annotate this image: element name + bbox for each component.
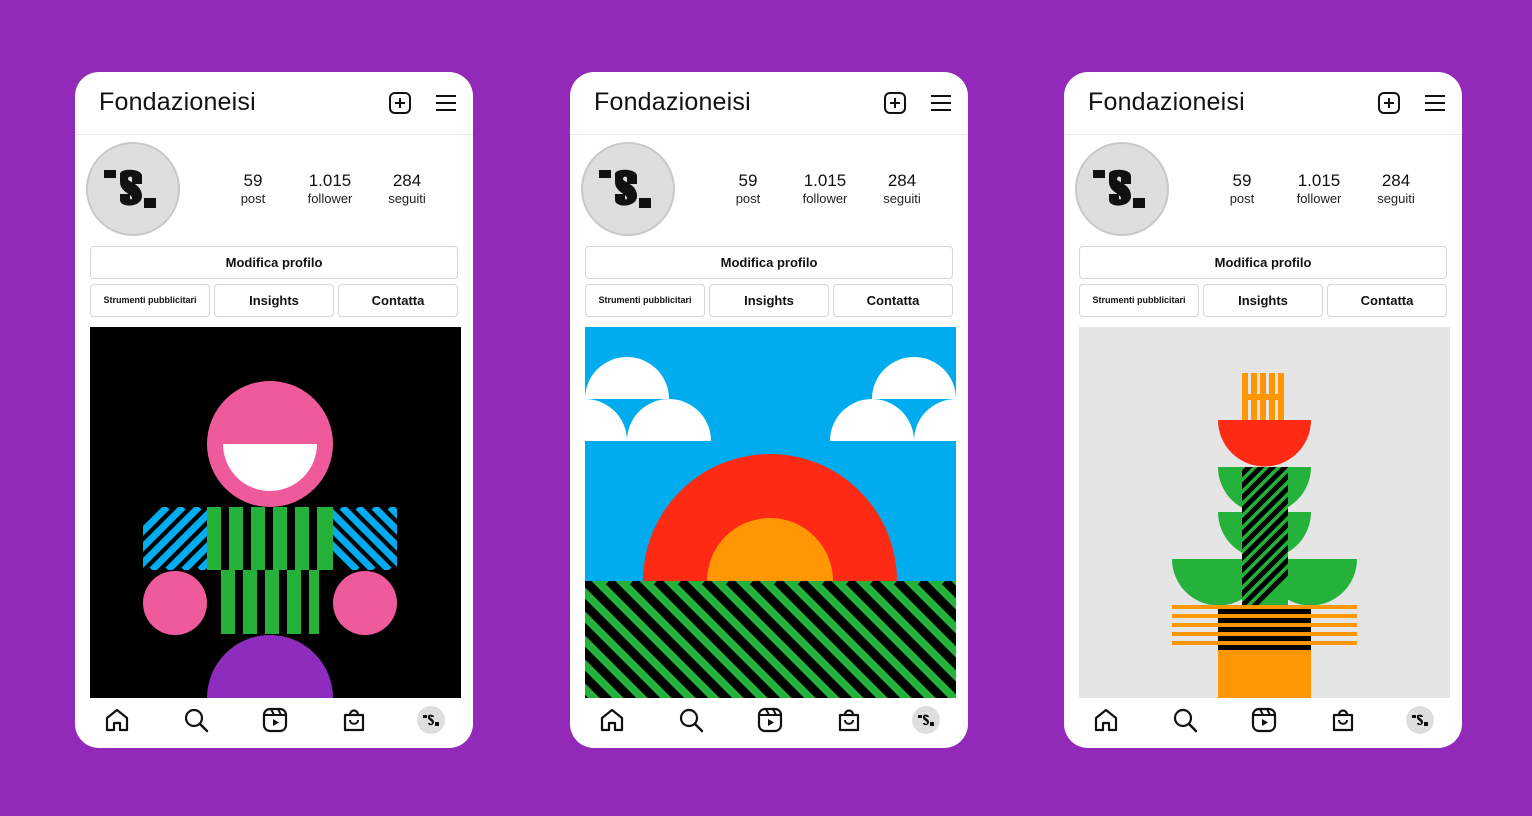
phone-mockup-1: Fondazioneisi 59 post 1.015 follower 284… <box>75 72 473 748</box>
followers-label: follower <box>802 191 848 206</box>
profile-username: Fondazioneisi <box>594 88 751 116</box>
profile-avatar[interactable] <box>581 142 675 236</box>
posts-label: post <box>1229 191 1255 206</box>
fondazione-isi-logo-small <box>423 714 439 726</box>
home-icon[interactable] <box>103 706 131 734</box>
followers-label: follower <box>1296 191 1342 206</box>
home-icon[interactable] <box>598 706 626 734</box>
following-count: 284 <box>887 171 917 190</box>
contact-button[interactable]: Contatta <box>338 284 458 317</box>
insights-button[interactable]: Insights <box>709 284 829 317</box>
posts-count: 59 <box>738 171 758 190</box>
contact-button[interactable]: Contatta <box>833 284 953 317</box>
fondazione-isi-logo <box>104 169 156 208</box>
shop-bag-icon[interactable] <box>340 706 368 734</box>
plus-square-icon[interactable] <box>388 91 412 115</box>
profile-avatar[interactable] <box>1075 142 1169 236</box>
home-icon[interactable] <box>1092 706 1120 734</box>
posts-label: post <box>240 191 266 206</box>
shop-bag-icon[interactable] <box>835 706 863 734</box>
search-icon[interactable] <box>677 706 705 734</box>
profile-header: Fondazioneisi <box>1064 72 1462 135</box>
post-image-plant[interactable] <box>1079 327 1450 698</box>
hamburger-menu-icon[interactable] <box>930 93 952 113</box>
post-image-figure[interactable] <box>90 327 461 698</box>
nav-profile-avatar[interactable] <box>417 706 445 734</box>
insights-button[interactable]: Insights <box>214 284 334 317</box>
reels-icon[interactable] <box>261 706 289 734</box>
following-count: 284 <box>392 171 422 190</box>
followers-count: 1.015 <box>308 171 352 190</box>
edit-profile-button[interactable]: Modifica profilo <box>585 246 953 279</box>
followers-count: 1.015 <box>803 171 847 190</box>
stat-posts[interactable]: 59 post <box>708 172 788 208</box>
plus-square-icon[interactable] <box>1377 91 1401 115</box>
reels-icon[interactable] <box>756 706 784 734</box>
posts-count: 59 <box>1232 171 1252 190</box>
bottom-nav <box>570 698 968 748</box>
edit-profile-button[interactable]: Modifica profilo <box>1079 246 1447 279</box>
posts-count: 59 <box>243 171 263 190</box>
stat-following[interactable]: 284 seguiti <box>367 172 447 208</box>
profile-username: Fondazioneisi <box>1088 88 1245 116</box>
stat-posts[interactable]: 59 post <box>213 172 293 208</box>
profile-header: Fondazioneisi <box>75 72 473 135</box>
hamburger-menu-icon[interactable] <box>1424 93 1446 113</box>
reels-icon[interactable] <box>1250 706 1278 734</box>
search-icon[interactable] <box>1171 706 1199 734</box>
profile-avatar[interactable] <box>86 142 180 236</box>
hamburger-menu-icon[interactable] <box>435 93 457 113</box>
ad-tools-button[interactable]: Strumenti pubblicitari <box>1079 284 1199 317</box>
bottom-nav <box>1064 698 1462 748</box>
ad-tools-button[interactable]: Strumenti pubblicitari <box>90 284 210 317</box>
following-label: seguiti <box>883 191 921 206</box>
post-image-sunset[interactable] <box>585 327 956 698</box>
stat-followers[interactable]: 1.015 follower <box>1279 172 1359 208</box>
stat-following[interactable]: 284 seguiti <box>1356 172 1436 208</box>
profile-header: Fondazioneisi <box>570 72 968 135</box>
following-label: seguiti <box>1377 191 1415 206</box>
bottom-nav <box>75 698 473 748</box>
nav-profile-avatar[interactable] <box>912 706 940 734</box>
fondazione-isi-logo-small <box>918 714 934 726</box>
shop-bag-icon[interactable] <box>1329 706 1357 734</box>
search-icon[interactable] <box>182 706 210 734</box>
profile-username: Fondazioneisi <box>99 88 256 116</box>
phone-mockup-3: Fondazioneisi 59 post 1.015 follower 284… <box>1064 72 1462 748</box>
following-label: seguiti <box>388 191 426 206</box>
posts-label: post <box>735 191 761 206</box>
stat-followers[interactable]: 1.015 follower <box>785 172 865 208</box>
edit-profile-button[interactable]: Modifica profilo <box>90 246 458 279</box>
fondazione-isi-logo <box>1093 169 1145 208</box>
phone-mockup-2: Fondazioneisi 59 post 1.015 follower 284… <box>570 72 968 748</box>
contact-button[interactable]: Contatta <box>1327 284 1447 317</box>
nav-profile-avatar[interactable] <box>1406 706 1434 734</box>
insights-button[interactable]: Insights <box>1203 284 1323 317</box>
ad-tools-button[interactable]: Strumenti pubblicitari <box>585 284 705 317</box>
fondazione-isi-logo <box>599 169 651 208</box>
stat-following[interactable]: 284 seguiti <box>862 172 942 208</box>
following-count: 284 <box>1381 171 1411 190</box>
plus-square-icon[interactable] <box>883 91 907 115</box>
followers-count: 1.015 <box>1297 171 1341 190</box>
stat-posts[interactable]: 59 post <box>1202 172 1282 208</box>
stat-followers[interactable]: 1.015 follower <box>290 172 370 208</box>
fondazione-isi-logo-small <box>1412 714 1428 726</box>
followers-label: follower <box>307 191 353 206</box>
